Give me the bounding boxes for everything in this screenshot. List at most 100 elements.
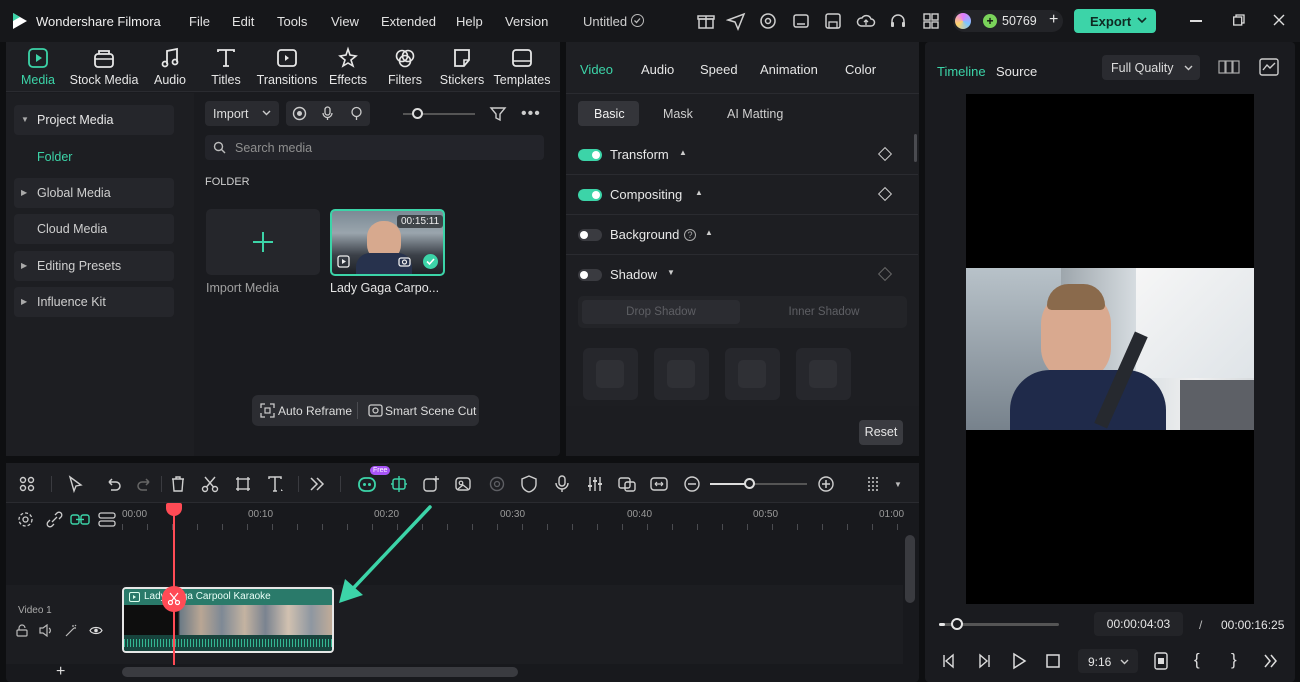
track-volume-icon[interactable] — [39, 624, 53, 637]
zoom-out-icon[interactable] — [682, 474, 702, 494]
playhead-split-marker[interactable] — [162, 586, 186, 612]
more-controls-icon[interactable] — [1262, 652, 1278, 670]
auto-beat-icon[interactable] — [389, 474, 409, 494]
tab-audio[interactable]: Audio — [150, 46, 190, 92]
import-media-tile[interactable] — [206, 209, 320, 275]
tab-stock-media[interactable]: Stock Media — [68, 46, 140, 92]
credits-pill[interactable]: + 50769 + — [953, 10, 1063, 32]
crop-icon[interactable] — [233, 474, 253, 494]
keyframe-icon[interactable] — [877, 266, 893, 282]
fit-timeline-icon[interactable] — [649, 474, 669, 494]
menu-version[interactable]: Version — [505, 14, 548, 29]
track-layout-icon[interactable] — [864, 474, 884, 494]
timeline-video-clip[interactable]: Lady Gaga Carpool Karaoke — [122, 587, 334, 653]
shadow-toggle[interactable] — [578, 269, 602, 281]
image-effect-icon[interactable] — [453, 474, 473, 494]
menu-view[interactable]: View — [331, 14, 359, 29]
text-tool-icon[interactable] — [266, 474, 286, 494]
track-lock-icon[interactable] — [16, 624, 28, 637]
tab-video[interactable]: Video — [580, 62, 613, 77]
sidebar-item-influence-kit[interactable]: ▶ Influence Kit — [14, 287, 174, 317]
tab-color[interactable]: Color — [845, 62, 876, 77]
quality-dropdown[interactable]: Full Quality — [1102, 55, 1200, 80]
filter-icon[interactable] — [489, 105, 507, 123]
shield-icon[interactable] — [519, 474, 539, 494]
grid-view-icon[interactable] — [1218, 59, 1240, 75]
ai-copilot-icon[interactable] — [357, 474, 377, 494]
compositing-toggle[interactable] — [578, 189, 602, 201]
progress-handle[interactable] — [951, 618, 963, 630]
subtab-ai-matting[interactable]: AI Matting — [727, 107, 783, 121]
tab-filters[interactable]: Filters — [385, 46, 425, 92]
undo-icon[interactable] — [103, 474, 123, 494]
audio-mixer-icon[interactable] — [585, 474, 605, 494]
previous-frame-icon[interactable] — [940, 652, 958, 670]
timeline-horizontal-scrollbar[interactable] — [122, 667, 518, 677]
menu-file[interactable]: File — [189, 14, 210, 29]
media-clip-thumbnail[interactable]: 00:15:11 — [330, 209, 445, 276]
help-icon[interactable]: ? — [684, 229, 696, 241]
menu-tools[interactable]: Tools — [277, 14, 307, 29]
subtab-basic[interactable]: Basic — [578, 101, 639, 126]
menu-edit[interactable]: Edit — [232, 14, 254, 29]
playback-progress[interactable] — [939, 618, 1059, 630]
play-icon[interactable] — [1010, 652, 1028, 670]
reset-button[interactable]: Reset — [859, 420, 903, 445]
mark-in-icon[interactable]: { — [1194, 650, 1200, 670]
tab-templates[interactable]: Templates — [492, 46, 552, 92]
more-options-icon[interactable]: ••• — [521, 105, 541, 123]
sidebar-item-project-media[interactable]: ▼ Project Media — [14, 105, 174, 135]
sidebar-item-folder[interactable]: Folder — [37, 150, 72, 164]
expand-icon[interactable]: ▼ — [667, 268, 675, 277]
add-credits-icon[interactable]: + — [1049, 11, 1058, 29]
sidebar-item-cloud-media[interactable]: Cloud Media — [14, 214, 174, 244]
slider-handle[interactable] — [412, 108, 423, 119]
track-visibility-icon[interactable] — [89, 625, 103, 636]
cloud-sync-icon[interactable] — [758, 11, 778, 31]
keyframe-icon[interactable] — [877, 186, 893, 202]
layout-icon[interactable] — [791, 11, 811, 31]
export-button[interactable]: Export — [1074, 9, 1156, 33]
stop-icon[interactable] — [1045, 653, 1061, 669]
zoom-in-icon[interactable] — [816, 474, 836, 494]
track-magic-icon[interactable] — [64, 624, 78, 637]
gift-icon[interactable] — [696, 11, 716, 31]
sidebar-item-global-media[interactable]: ▶ Global Media — [14, 178, 174, 208]
cloud-upload-icon[interactable] — [856, 11, 876, 31]
tab-transitions[interactable]: Transitions — [256, 46, 318, 92]
collapse-icon[interactable]: ▲ — [679, 148, 687, 157]
tab-animation[interactable]: Animation — [760, 62, 818, 77]
save-icon[interactable] — [823, 11, 843, 31]
collapse-icon[interactable]: ▲ — [705, 228, 713, 237]
record-screen-icon[interactable] — [292, 106, 307, 121]
replace-clip-icon[interactable] — [617, 474, 637, 494]
tab-effects[interactable]: Effects — [328, 46, 368, 92]
transform-toggle[interactable] — [578, 149, 602, 161]
zoom-slider[interactable] — [710, 478, 807, 489]
playhead-line[interactable] — [173, 503, 175, 665]
voiceover-icon[interactable] — [349, 106, 364, 121]
search-input[interactable]: Search media — [205, 135, 544, 160]
keyframe-icon[interactable] — [877, 146, 893, 162]
chevron-down-icon[interactable]: ▼ — [894, 480, 902, 489]
current-time[interactable]: 00:00:04:03 — [1094, 612, 1183, 636]
split-scissors-icon[interactable] — [200, 474, 220, 494]
aspect-ratio-dropdown[interactable]: 9:16 — [1078, 649, 1138, 673]
select-arrow-icon[interactable] — [66, 474, 86, 494]
preview-canvas[interactable] — [966, 94, 1254, 604]
tab-timeline-view[interactable]: Timeline — [937, 64, 986, 79]
inner-shadow-tab[interactable]: Inner Shadow — [744, 306, 904, 318]
timeline-vertical-scrollbar[interactable] — [905, 535, 915, 603]
record-voice-icon[interactable] — [552, 474, 572, 494]
tab-media[interactable]: Media — [16, 46, 60, 92]
unlink-icon[interactable] — [46, 511, 63, 528]
scope-icon[interactable] — [1259, 58, 1279, 76]
shadow-preset[interactable] — [654, 348, 709, 400]
shadow-preset[interactable] — [725, 348, 780, 400]
close-icon[interactable] — [1273, 14, 1285, 26]
magnetic-link-icon[interactable] — [70, 511, 90, 528]
background-toggle[interactable] — [578, 229, 602, 241]
tab-speed[interactable]: Speed — [700, 62, 738, 77]
menu-extended[interactable]: Extended — [381, 14, 436, 29]
collapse-icon[interactable]: ▲ — [695, 188, 703, 197]
